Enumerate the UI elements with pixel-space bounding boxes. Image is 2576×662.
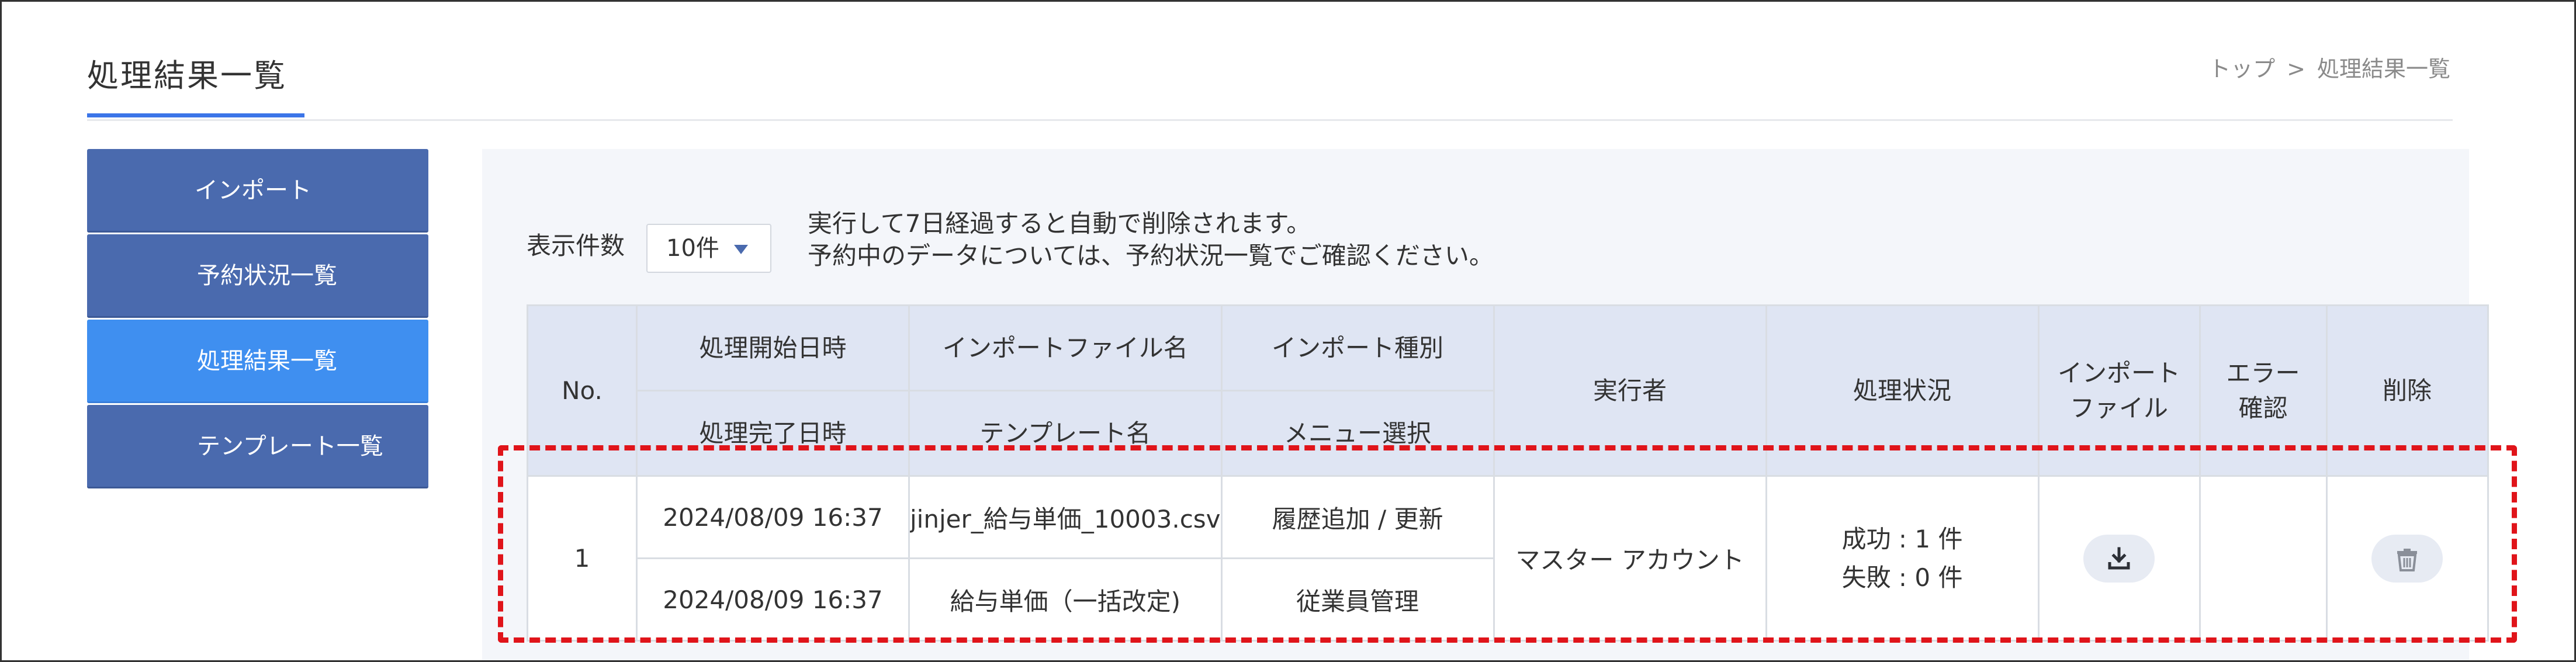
cell-import-type: 履歴追加 / 更新 <box>1220 475 1495 559</box>
header-divider <box>87 119 2453 121</box>
cell-menu-select: 従業員管理 <box>1220 557 1495 642</box>
cell-end-datetime: 2024/08/09 16:37 <box>636 557 910 642</box>
notice-text: 実行して7日経過すると自動で削除されます。 予約中のデータについては、予約状況一… <box>808 207 1494 272</box>
cell-error-check <box>2198 475 2328 642</box>
delete-button[interactable] <box>2371 534 2443 583</box>
header-start-datetime: 処理開始日時 <box>636 304 910 391</box>
header-template-name: テンプレート名 <box>908 390 1223 477</box>
cell-executor: マスター アカウント <box>1493 475 1767 642</box>
header-no: No. <box>527 304 638 477</box>
sidebar-item-label: 処理結果一覧 <box>197 348 337 375</box>
cell-no: 1 <box>527 475 638 642</box>
display-count-select[interactable]: 10件 <box>646 224 771 273</box>
results-table: No. 処理開始日時 インポートファイル名 インポート種別 実行者 処理状況 イ… <box>527 304 2489 642</box>
notice-line-1: 実行して7日経過すると自動で削除されます。 <box>808 209 1311 238</box>
sidebar-item-label: 予約状況一覧 <box>197 262 337 289</box>
display-count-label: 表示件数 <box>527 231 625 260</box>
title-underline <box>87 113 304 117</box>
cell-import-file <box>2037 475 2201 642</box>
cell-template-name: 給与単価（一括改定) <box>908 557 1223 642</box>
notice-line-2: 予約中のデータについては、予約状況一覧でご確認ください。 <box>808 241 1494 270</box>
sidebar-item-label: インポート <box>195 177 311 204</box>
app-frame: 処理結果一覧 トップ > 処理結果一覧 インポート 予約状況一覧 処理結果一覧 テン… <box>0 0 2576 662</box>
header-error-check-line-1: エラー <box>2226 358 2300 387</box>
breadcrumb-current: 処理結果一覧 <box>2317 56 2450 82</box>
table-row: 1 2024/08/09 16:37 jinjer_給与単価_10003.csv… <box>527 475 2489 642</box>
cell-status: 成功 : 1 件 失敗 : 0 件 <box>1765 475 2040 642</box>
header-import-type: インポート種別 <box>1220 304 1495 391</box>
caret-down-icon <box>734 245 748 254</box>
breadcrumb-separator: > <box>2287 56 2305 82</box>
download-icon <box>2108 547 2130 569</box>
status-failure: 失敗 : 0 件 <box>1841 563 1963 592</box>
header-executor: 実行者 <box>1493 304 1767 477</box>
header-import-file: インポート ファイル <box>2037 304 2201 477</box>
status-success: 成功 : 1 件 <box>1841 524 1963 553</box>
header-menu-select: メニュー選択 <box>1220 390 1495 477</box>
display-count-value: 10件 <box>666 235 719 262</box>
sidebar-nav: インポート 予約状況一覧 処理結果一覧 テンプレート一覧 <box>87 149 428 490</box>
header-import-file-line-1: インポート <box>2058 358 2181 387</box>
header-status: 処理状況 <box>1765 304 2040 477</box>
header-error-check: エラー 確認 <box>2198 304 2328 477</box>
header-import-file-line-2: ファイル <box>2070 393 2169 422</box>
breadcrumb: トップ > 処理結果一覧 <box>2208 51 2450 83</box>
download-button[interactable] <box>2083 534 2155 583</box>
page-title: 処理結果一覧 <box>87 57 287 94</box>
header-delete: 削除 <box>2325 304 2489 477</box>
table-header-row-1: No. 処理開始日時 インポートファイル名 インポート種別 実行者 処理状況 イ… <box>527 304 2489 477</box>
trash-icon <box>2397 548 2418 571</box>
sidebar-item-import[interactable]: インポート <box>87 149 428 233</box>
cell-start-datetime: 2024/08/09 16:37 <box>636 475 910 559</box>
header-end-datetime: 処理完了日時 <box>636 390 910 477</box>
breadcrumb-top-link[interactable]: トップ <box>2208 56 2275 82</box>
sidebar-item-label: テンプレート一覧 <box>197 433 383 460</box>
sidebar-item-templates[interactable]: テンプレート一覧 <box>87 405 428 488</box>
header-import-file-name: インポートファイル名 <box>908 304 1223 391</box>
sidebar-item-reservation-status[interactable]: 予約状況一覧 <box>87 234 428 318</box>
cell-import-file-name: jinjer_給与単価_10003.csv <box>908 475 1223 559</box>
cell-delete <box>2325 475 2489 642</box>
sidebar-item-processing-results[interactable]: 処理結果一覧 <box>87 320 428 403</box>
header-error-check-line-2: 確認 <box>2238 393 2288 422</box>
